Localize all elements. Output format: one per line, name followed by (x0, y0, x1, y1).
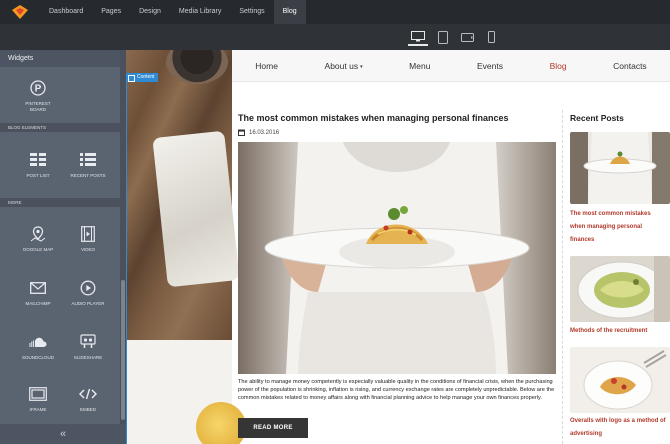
nav-settings[interactable]: Settings (230, 0, 273, 24)
widget-label: VIDEO (80, 247, 95, 252)
nav-media-library[interactable]: Media Library (170, 0, 230, 24)
widgets-sidebar: Widgets P PINTEREST BOARD BLOG ELEMENTS … (0, 50, 126, 444)
widget-label: POST LIST (26, 173, 50, 178)
desktop-icon[interactable] (408, 28, 428, 46)
menu-home[interactable]: Home (255, 61, 278, 71)
nav-pages[interactable]: Pages (92, 0, 130, 24)
column-divider (562, 110, 563, 444)
widget-soundcloud[interactable]: SOUNDCLOUD (12, 324, 64, 374)
widget-iframe[interactable]: IFRAME (12, 376, 64, 426)
recent-post-link-3[interactable]: Overalls with logo as a method of advert… (570, 415, 666, 441)
map-icon (30, 225, 46, 243)
widget-embed[interactable]: EMBED (62, 376, 114, 426)
video-icon (81, 225, 95, 243)
widget-video[interactable]: VIDEO (62, 216, 114, 266)
sidebar-title: Widgets (0, 50, 126, 67)
widget-label: MAILCHIMP (25, 301, 51, 306)
widget-slideshare[interactable]: SLIDESHARE (62, 324, 114, 374)
recent-post-link-1[interactable]: The most common mistakes when managing p… (570, 208, 666, 247)
phone-icon[interactable] (481, 28, 501, 46)
iframe-icon (29, 385, 47, 403)
code-icon (79, 385, 97, 403)
menu-about-us-label: About us (324, 61, 359, 71)
recent-post-thumb-3[interactable] (570, 347, 670, 413)
main-nav: Dashboard Pages Design Media Library Set… (40, 0, 306, 24)
post-header: The most common mistakes when managing p… (238, 113, 558, 136)
site-menu: Home About us ▾ Menu Events Blog Contacts (232, 50, 670, 82)
nav-design[interactable]: Design (130, 0, 170, 24)
play-circle-icon (80, 279, 96, 297)
nav-dashboard[interactable]: Dashboard (40, 0, 92, 24)
content-tag[interactable]: Content (126, 73, 158, 82)
recent-posts-heading: Recent Posts (570, 113, 670, 123)
slideshare-icon (80, 333, 96, 351)
pinterest-icon: P (30, 79, 46, 97)
widget-label: EMBED (79, 407, 96, 412)
widget-post-list[interactable]: POST LIST (12, 142, 64, 192)
post-date: 16.03.2016 (238, 129, 558, 136)
svg-text:P: P (35, 84, 42, 95)
collapse-sidebar-button[interactable]: « (0, 424, 126, 444)
menu-menu[interactable]: Menu (409, 61, 430, 71)
post-list-icon (30, 151, 46, 169)
menu-about-us[interactable]: About us ▾ (325, 61, 363, 71)
section-more: MORE (0, 198, 120, 207)
menu-events[interactable]: Events (477, 61, 503, 71)
post-excerpt: The ability to manage money competently … (238, 379, 555, 401)
widget-label: GOOGLE MAP (22, 247, 54, 252)
widget-recent-posts[interactable]: RECENT POSTS (62, 142, 114, 192)
recent-post-link-2[interactable]: Methods of the recruitment (570, 325, 666, 338)
widget-label: AUDIO PLAYER (71, 301, 105, 306)
widget-label: RECENT POSTS (70, 173, 106, 178)
widget-google-map[interactable]: GOOGLE MAP (12, 216, 64, 266)
content-selection-outline (126, 82, 232, 444)
recent-post-thumb-1[interactable] (570, 132, 670, 204)
recent-post-thumb-2[interactable] (570, 256, 670, 322)
post-image[interactable] (238, 142, 556, 374)
calendar-icon (238, 129, 245, 136)
widget-pinterest-board[interactable]: P PINTEREST BOARD (12, 70, 64, 120)
app-logo[interactable] (0, 0, 40, 24)
widget-label: PINTEREST BOARD (25, 101, 51, 112)
tablet-portrait-icon[interactable] (433, 28, 453, 46)
widget-label: SLIDESHARE (73, 355, 103, 360)
post-date-text: 16.03.2016 (249, 129, 280, 136)
caret-down-icon: ▾ (360, 64, 363, 70)
post-title[interactable]: The most common mistakes when managing p… (238, 113, 558, 123)
widget-label: SOUNDCLOUD (21, 355, 54, 360)
menu-blog[interactable]: Blog (550, 61, 567, 71)
section-blog-elements: BLOG ELEMENTS (0, 123, 120, 132)
widget-audio-player[interactable]: AUDIO PLAYER (62, 270, 114, 320)
widget-mailchimp[interactable]: MAILCHIMP (12, 270, 64, 320)
site-header: Home About us ▾ Menu Events Blog Contacts (232, 50, 670, 82)
recent-posts-icon (80, 151, 96, 169)
envelope-icon (30, 279, 46, 297)
sidebar-scrollbar-thumb[interactable] (121, 280, 125, 420)
read-more-button[interactable]: READ MORE (238, 418, 308, 438)
device-preview-bar (0, 24, 670, 50)
top-bar: Dashboard Pages Design Media Library Set… (0, 0, 670, 24)
recent-posts-title: Recent Posts (570, 113, 624, 123)
widget-label: IFRAME (29, 407, 47, 412)
menu-contacts[interactable]: Contacts (613, 61, 647, 71)
soundcloud-icon (29, 333, 47, 351)
double-chevron-left-icon: « (59, 428, 67, 440)
tablet-landscape-icon[interactable] (457, 28, 477, 46)
site-canvas[interactable]: Content Home About us ▾ Menu Events Blog … (126, 50, 670, 444)
nav-blog[interactable]: Blog (273, 0, 306, 24)
